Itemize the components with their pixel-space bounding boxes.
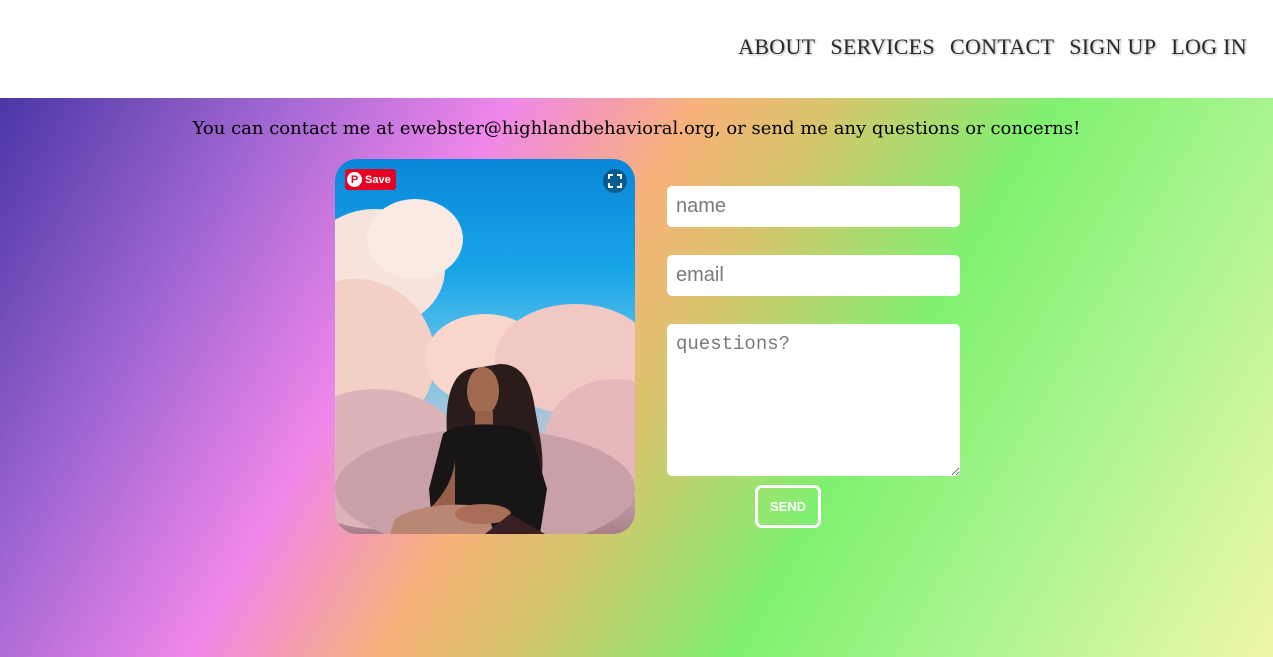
pinterest-save-label: Save xyxy=(365,173,391,186)
pinterest-save-button[interactable]: P Save xyxy=(345,169,396,190)
contact-photo: P Save xyxy=(335,159,635,534)
send-button[interactable]: SEND xyxy=(755,485,821,528)
contact-message: You can contact me at ewebster@highlandb… xyxy=(192,118,1081,139)
main-nav: ABOUT SERVICES CONTACT SIGN UP LOG IN xyxy=(738,34,1247,60)
expand-icon[interactable] xyxy=(603,169,627,193)
photo-illustration xyxy=(335,199,635,534)
nav-link-about[interactable]: ABOUT xyxy=(738,34,815,60)
contact-section: You can contact me at ewebster@highlandb… xyxy=(0,98,1273,657)
name-field[interactable] xyxy=(667,186,960,227)
questions-field[interactable] xyxy=(667,324,960,476)
nav-link-log-in[interactable]: LOG IN xyxy=(1171,34,1247,60)
site-header: ABOUT SERVICES CONTACT SIGN UP LOG IN xyxy=(0,0,1273,98)
contact-form: SEND xyxy=(667,186,960,528)
nav-link-services[interactable]: SERVICES xyxy=(830,34,935,60)
nav-link-contact[interactable]: CONTACT xyxy=(950,34,1054,60)
email-field[interactable] xyxy=(667,255,960,296)
pinterest-icon: P xyxy=(347,172,362,187)
nav-link-sign-up[interactable]: SIGN UP xyxy=(1069,34,1156,60)
